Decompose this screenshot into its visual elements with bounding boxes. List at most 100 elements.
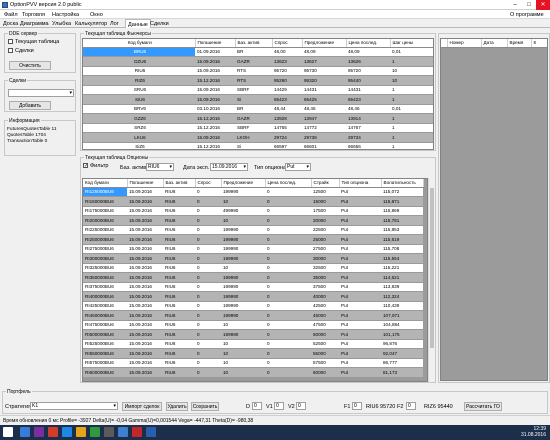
table-row[interactable]: RI475000BU6 15.09.2016 RIU6 0 10 0 47500 Put 104… bbox=[83, 320, 423, 330]
deals-col-time[interactable]: Время bbox=[507, 39, 532, 48]
taskbar-app-icon[interactable] bbox=[48, 427, 58, 437]
close-button[interactable]: ✕ bbox=[536, 0, 550, 10]
taskbar-app-icon[interactable] bbox=[90, 427, 100, 437]
f2-field[interactable]: 0 bbox=[406, 402, 416, 410]
deals-checkbox-row[interactable]: Сделки bbox=[8, 48, 34, 54]
tab-diagram[interactable]: Диаграмма bbox=[20, 21, 49, 27]
options-col-header[interactable]: Погашение bbox=[127, 179, 164, 188]
futures-col-header[interactable]: Погашение bbox=[195, 39, 236, 48]
taskbar-app-icon[interactable] bbox=[118, 427, 128, 437]
deals-select[interactable]: ▾ bbox=[8, 89, 74, 97]
table-row[interactable]: RI325000BU6 15.09.2016 RIU6 0 10 0 32500 Put 115… bbox=[83, 263, 423, 273]
tab-deals[interactable]: Сделки bbox=[150, 21, 169, 27]
maximize-button[interactable]: □ bbox=[522, 0, 536, 10]
deals-col-number[interactable]: Номер bbox=[447, 39, 482, 48]
futures-col-header[interactable]: Предложение bbox=[302, 39, 347, 48]
taskbar-app-icon[interactable] bbox=[132, 427, 142, 437]
clear-button[interactable]: Очистить bbox=[9, 61, 51, 70]
table-row[interactable]: RI575000BU6 15.09.2016 RIU6 0 10 0 57500 Put 86,… bbox=[83, 358, 423, 368]
current-table-checkbox[interactable] bbox=[8, 39, 13, 45]
taskbar-app-icon[interactable] bbox=[20, 427, 30, 437]
table-row[interactable]: RI550000BU6 15.09.2016 RIU6 0 10 0 55000 Put 92,… bbox=[83, 348, 423, 359]
options-col-header[interactable]: Волатильность bbox=[381, 179, 424, 188]
current-table-checkbox-row[interactable]: Текущая таблица bbox=[8, 39, 59, 45]
deals-checkbox[interactable] bbox=[8, 48, 13, 54]
table-row[interactable]: SiU6 15.09.2016 Si 65423 65425 65423 1 bbox=[83, 94, 433, 105]
base-asset-select[interactable]: RIU6 ▾ bbox=[146, 163, 174, 171]
options-scrollbar[interactable] bbox=[428, 178, 434, 382]
table-row[interactable]: RI200000BU6 15.09.2016 RIU6 0 10 0 20000 Put 115… bbox=[83, 215, 423, 226]
add-button[interactable]: Добавить bbox=[9, 101, 51, 110]
d-field[interactable]: 0 bbox=[252, 402, 262, 410]
expiry-select[interactable]: 15.09.2016 ▾ bbox=[210, 163, 248, 171]
start-icon[interactable] bbox=[3, 427, 13, 437]
v2-field[interactable]: 0 bbox=[296, 402, 306, 410]
taskbar-app-icon[interactable] bbox=[34, 427, 44, 437]
taskbar-app-icon[interactable] bbox=[62, 427, 72, 437]
filter-checkbox[interactable]: ✓ bbox=[83, 163, 88, 169]
table-row[interactable]: SRU6 15.09.2016 SBRF 14429 14431 14431 1 bbox=[83, 85, 433, 95]
scrollbar-thumb[interactable] bbox=[430, 188, 434, 348]
options-col-header[interactable]: Страйк bbox=[311, 179, 340, 188]
option-type-select[interactable]: Put ▾ bbox=[285, 163, 311, 171]
filter-checkbox-row[interactable]: ✓ Фильтр bbox=[83, 163, 108, 169]
table-row[interactable]: RI375000BU6 15.09.2016 RIU6 0 199990 0 37500 Pu… bbox=[83, 282, 423, 292]
table-row[interactable]: BRU6 01.09.2016 BR 48,00 48,09 48,09 0,01 bbox=[83, 47, 433, 57]
table-row[interactable]: RI125000BU6 15.09.2016 RIU6 0 199990 0 12500 Pu… bbox=[83, 187, 423, 197]
table-row[interactable]: RI250000BU6 15.09.2016 RIU6 0 199990 0 25000 Pu… bbox=[83, 234, 423, 245]
table-row[interactable]: RIZ6 15.12.2016 RTS 95290 95320 95440 10 bbox=[83, 75, 433, 86]
calc-margin-button[interactable]: Рассчитать ГО bbox=[464, 402, 502, 411]
menu-about[interactable]: О программе bbox=[510, 12, 544, 18]
taskbar-app-icon[interactable] bbox=[76, 427, 86, 437]
v1-field[interactable]: 0 bbox=[274, 402, 284, 410]
f1-field[interactable]: 0 bbox=[352, 402, 362, 410]
tab-board[interactable]: Доска bbox=[3, 21, 18, 27]
delete-button[interactable]: Удалить bbox=[166, 402, 188, 411]
table-row[interactable]: RI350000BU6 15.09.2016 RIU6 0 199990 0 35000 Pu… bbox=[83, 272, 423, 283]
menu-settings[interactable]: Настройка bbox=[52, 12, 79, 18]
table-row[interactable]: GZZ6 15.12.2016 GAZR 13928 13947 13914 1 bbox=[83, 113, 433, 124]
table-row[interactable]: GZU6 15.09.2016 GAZR 13623 13627 13626 1 bbox=[83, 56, 433, 67]
import-deals-button[interactable]: Импорт сделок bbox=[122, 402, 162, 411]
futures-col-header[interactable]: Код бумаги bbox=[83, 39, 196, 48]
table-row[interactable]: RI300000BU6 15.09.2016 RIU6 0 199990 0 30000 Pu… bbox=[83, 253, 423, 264]
tab-data[interactable]: Данные bbox=[125, 19, 151, 28]
futures-col-header[interactable]: Спрос bbox=[272, 39, 303, 48]
strategy-select[interactable]: K1 ▾ bbox=[30, 402, 118, 410]
taskbar-app-icon[interactable] bbox=[146, 427, 156, 437]
table-row[interactable]: LKU6 15.09.2016 LKOH 29724 29736 29734 1 bbox=[83, 132, 433, 143]
table-row[interactable]: SRZ6 15.12.2016 SBRF 14765 14772 14767 1 bbox=[83, 123, 433, 133]
options-col-header[interactable]: Предложение bbox=[221, 179, 266, 188]
save-button[interactable]: Сохранить bbox=[191, 402, 219, 411]
table-row[interactable]: RI500000BU6 15.09.2016 RIU6 0 199990 0 50000 Pu… bbox=[83, 329, 423, 340]
menu-trade[interactable]: Торговля bbox=[22, 12, 45, 18]
clock[interactable]: 12:39 31.08.2016 bbox=[521, 426, 546, 438]
tab-smile[interactable]: Улыбка bbox=[52, 21, 71, 27]
table-row[interactable]: RI450000BU6 15.09.2016 RIU6 0 199990 0 45000 Pu… bbox=[83, 310, 423, 321]
table-row[interactable]: RIU6 15.09.2016 RTS 95720 95730 95720 10 bbox=[83, 66, 433, 76]
options-col-header[interactable]: Цена послед. bbox=[265, 179, 312, 188]
taskbar-app-icon[interactable] bbox=[104, 427, 114, 437]
minimize-button[interactable]: – bbox=[508, 0, 522, 10]
futures-col-header[interactable]: Шаг цены bbox=[390, 39, 433, 48]
tab-calculator[interactable]: Калькулятор bbox=[75, 21, 107, 27]
tab-log[interactable]: Лог bbox=[110, 21, 119, 27]
table-row[interactable]: RI600000BU6 15.09.2016 RIU6 0 10 0 60000 Put 81,… bbox=[83, 367, 423, 378]
options-col-header[interactable]: Код бумаги bbox=[83, 179, 128, 188]
table-row[interactable]: SiZ6 15.12.2016 Si 66597 66601 66656 1 bbox=[83, 142, 433, 149]
menu-window[interactable]: Окно bbox=[90, 12, 103, 18]
menu-file[interactable]: Файл bbox=[4, 12, 18, 18]
futures-col-header[interactable]: Цена послед. bbox=[346, 39, 391, 48]
options-col-header[interactable]: Тип опциона bbox=[339, 179, 382, 188]
table-row[interactable]: RI225000BU6 15.09.2016 RIU6 0 199990 0 22500 Pu… bbox=[83, 225, 423, 235]
table-row[interactable]: RI400000BU6 15.09.2016 RIU6 0 199990 0 40000 Pu… bbox=[83, 291, 423, 302]
table-row[interactable]: RI175000BU6 15.09.2016 RIU6 0 499990 0 17500 Pu… bbox=[83, 206, 423, 216]
table-row[interactable]: RI150000BU6 15.09.2016 RIU6 0 10 0 15000 Put 115… bbox=[83, 196, 423, 207]
options-col-header[interactable]: Баз. актив bbox=[163, 179, 196, 188]
deals-col-date[interactable]: Дата bbox=[481, 39, 508, 48]
futures-col-header[interactable]: Баз. актив bbox=[235, 39, 273, 48]
table-row[interactable]: RI275000BU6 15.09.2016 RIU6 0 199990 0 27500 Pu… bbox=[83, 244, 423, 254]
table-row[interactable]: BRV6 03.10.2016 BR 48,44 48,45 48,46 0,01 bbox=[83, 104, 433, 114]
options-col-header[interactable]: Спрос bbox=[195, 179, 222, 188]
table-row[interactable]: RI525000BU6 15.09.2016 RIU6 0 10 0 52500 Put 96,… bbox=[83, 339, 423, 349]
